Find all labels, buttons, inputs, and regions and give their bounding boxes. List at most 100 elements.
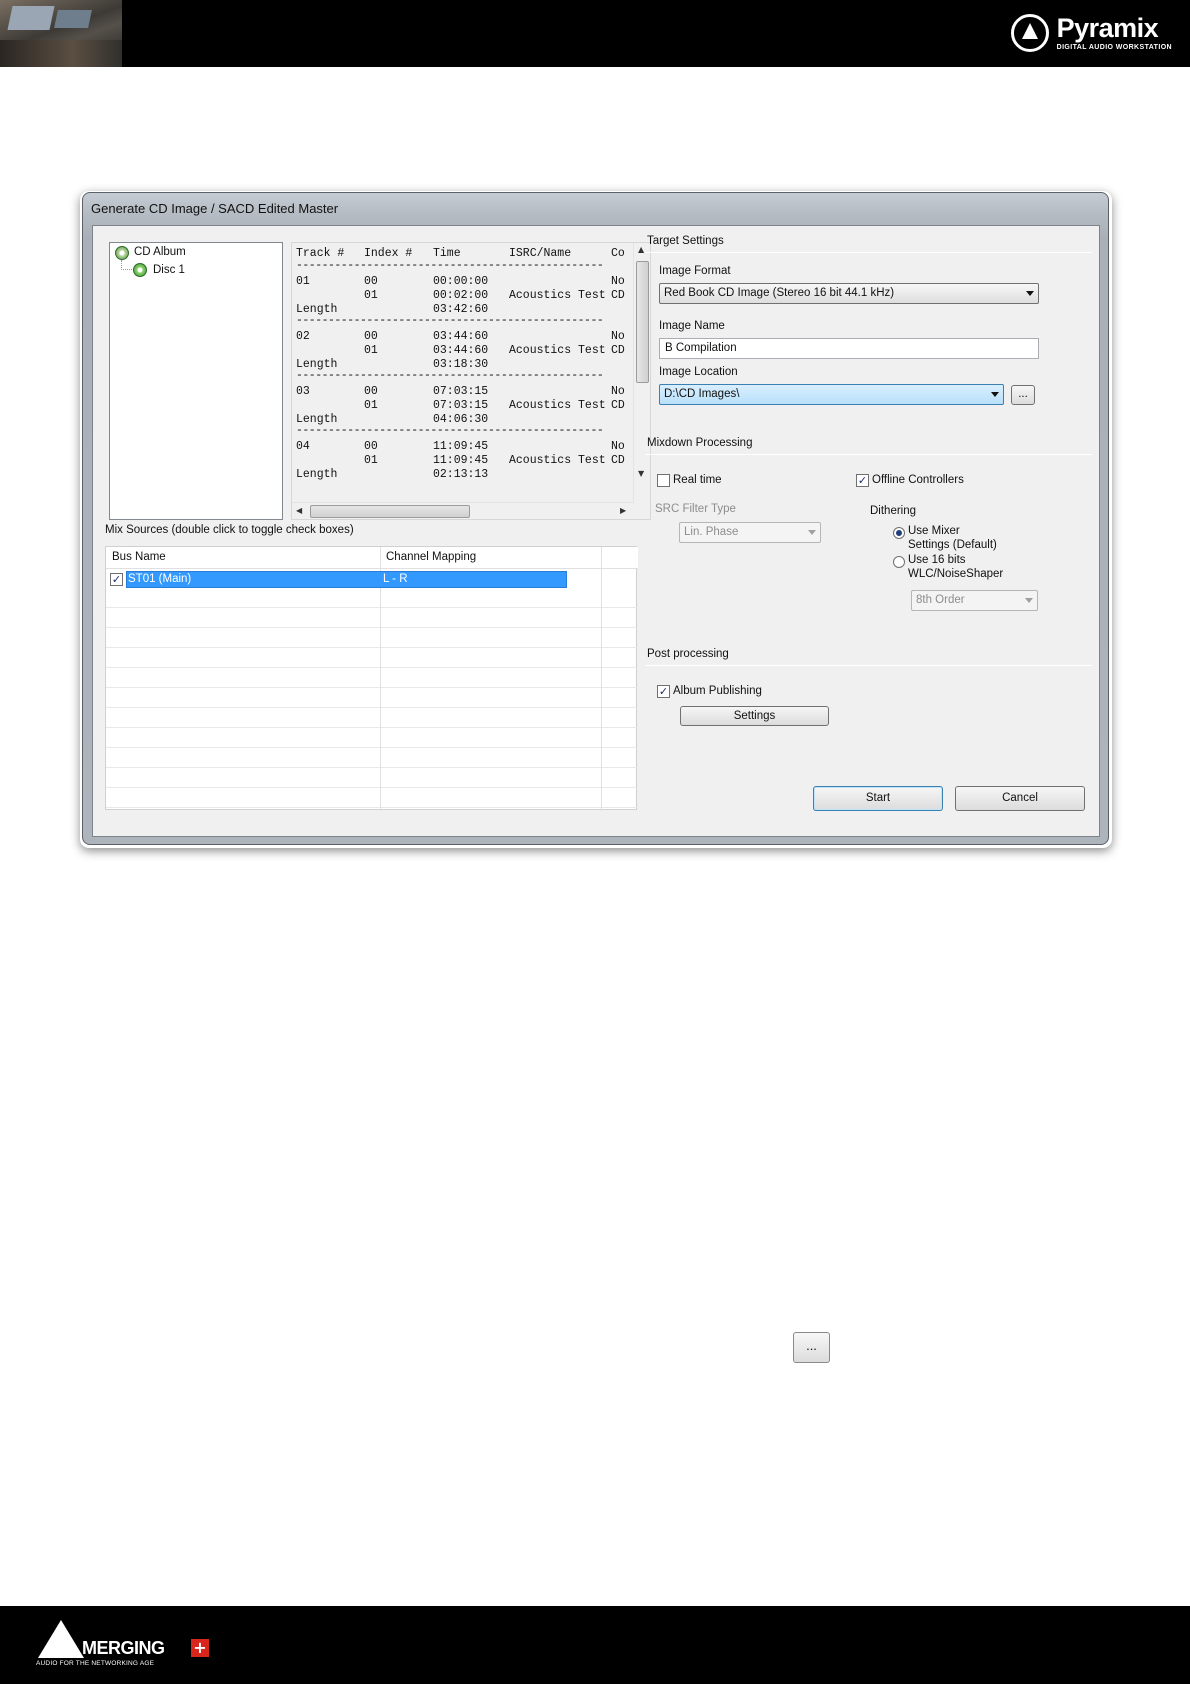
grid-row-line: [106, 689, 638, 708]
index-co: CD: [611, 454, 625, 467]
horizontal-scroll-thumb[interactable]: [310, 505, 470, 518]
image-name-value: B Compilation: [665, 342, 737, 354]
merging-logo-name: MERGING: [82, 1638, 165, 1658]
pyramix-logo: Pyramix DIGITAL AUDIO WORKSTATION: [1010, 11, 1172, 55]
grid-row-line: [106, 629, 638, 648]
manual-page: Pyramix DIGITAL AUDIO WORKSTATION Genera…: [0, 0, 1190, 1684]
index-time: 03:44:60: [433, 330, 489, 343]
dialog-client-area: CD Album Disc 1 Track # Index # Time ISR…: [92, 225, 1100, 837]
mix-sources-label: Mix Sources (double click to toggle chec…: [105, 524, 354, 536]
index-name: Acoustics Test: [509, 399, 606, 412]
grid-header: Bus Name Channel Mapping: [106, 547, 638, 569]
scroll-right-icon[interactable]: ▶: [620, 506, 626, 515]
dithering-label: Dithering: [870, 505, 917, 517]
separator: ----------------------------------------…: [296, 369, 604, 382]
track-list-vertical-scrollbar[interactable]: ▲ ▼: [633, 243, 650, 503]
cd-album-icon: [115, 246, 129, 260]
column-separator: [601, 547, 602, 811]
track-number: 03: [296, 385, 310, 398]
grid-row-line: [106, 669, 638, 688]
dropdown-arrow-icon: [808, 530, 816, 535]
scroll-down-icon[interactable]: ▼: [638, 469, 644, 478]
src-filter-type-select[interactable]: Lin. Phase: [679, 522, 821, 543]
dither-use-mixer-radio[interactable]: [893, 527, 905, 539]
post-processing-group-label: Post processing: [647, 648, 729, 660]
studio-photo: [0, 0, 122, 67]
dither-use-16bit-label-line2: WLC/NoiseShaper: [908, 568, 1004, 580]
vertical-scroll-thumb[interactable]: [636, 261, 649, 383]
column-bus-name[interactable]: Bus Name: [112, 551, 166, 563]
noise-shaper-order-select[interactable]: 8th Order: [911, 590, 1038, 611]
index-co: No: [611, 440, 625, 453]
merging-logo: MERGING + AUDIO FOR THE NETWORKING AGE: [34, 1618, 214, 1676]
grid-row-line: [106, 589, 638, 608]
index-time: 00:00:00: [433, 275, 489, 288]
mix-source-checkbox[interactable]: ✓: [110, 573, 123, 586]
tree-connector: [121, 260, 132, 270]
noise-shaper-order-value: 8th Order: [916, 594, 965, 606]
track-list-horizontal-scrollbar[interactable]: ◀ ▶: [292, 502, 634, 519]
dropdown-arrow-icon: [1026, 291, 1034, 296]
page-header: Pyramix DIGITAL AUDIO WORKSTATION: [0, 0, 1190, 67]
real-time-checkbox[interactable]: [657, 474, 670, 487]
index-number: 00: [364, 275, 378, 288]
separator: ----------------------------------------…: [296, 259, 604, 272]
separator: ----------------------------------------…: [296, 424, 604, 437]
real-time-label: Real time: [673, 474, 722, 486]
album-publishing-checkbox[interactable]: ✓: [657, 685, 670, 698]
image-format-select[interactable]: Red Book CD Image (Stereo 16 bit 44.1 kH…: [659, 283, 1039, 304]
grid-row-line: [106, 709, 638, 728]
browse-location-button[interactable]: ...: [1011, 385, 1035, 405]
merging-logo-icon: [38, 1620, 84, 1658]
tree-item-disc-1[interactable]: Disc 1: [153, 264, 185, 276]
track-number: 01: [296, 275, 310, 288]
image-format-value: Red Book CD Image (Stereo 16 bit 44.1 kH…: [664, 287, 895, 299]
index-time: 07:03:15: [433, 399, 489, 412]
index-co: No: [611, 330, 625, 343]
dither-use-16bit-radio[interactable]: [893, 556, 905, 568]
grid-row-line: [106, 729, 638, 748]
index-number: 00: [364, 440, 378, 453]
pyramix-logo-tagline: DIGITAL AUDIO WORKSTATION: [1056, 44, 1172, 51]
image-location-value: D:\CD Images\: [664, 388, 740, 400]
bus-name-cell: ST01 (Main): [128, 573, 192, 585]
track-number: 02: [296, 330, 310, 343]
index-name: Acoustics Test: [509, 344, 606, 357]
index-co: No: [611, 275, 625, 288]
plus-icon: +: [191, 1639, 209, 1657]
album-publishing-settings-button[interactable]: Settings: [680, 706, 829, 726]
scroll-up-icon[interactable]: ▲: [638, 245, 644, 254]
mix-sources-grid[interactable]: Bus Name Channel Mapping ✓ ST01 (Main) L…: [105, 546, 638, 811]
pyramix-logo-icon: [1010, 14, 1049, 52]
index-co: CD: [611, 399, 625, 412]
merging-logo-tagline: AUDIO FOR THE NETWORKING AGE: [36, 1660, 155, 1667]
index-name: Acoustics Test: [509, 289, 606, 302]
image-name-field[interactable]: B Compilation: [659, 338, 1039, 359]
target-settings-group-label: Target Settings: [647, 235, 724, 247]
dropdown-arrow-icon: [1025, 598, 1033, 603]
index-name: Acoustics Test: [509, 454, 606, 467]
image-location-select[interactable]: D:\CD Images\: [659, 384, 1004, 405]
scroll-left-icon[interactable]: ◀: [296, 506, 302, 515]
inline-browse-button: ...: [793, 1332, 830, 1363]
track-listing[interactable]: Track # Index # Time ISRC/Name Co ------…: [291, 242, 651, 520]
offline-controllers-checkbox[interactable]: ✓: [856, 474, 869, 487]
column-channel-mapping[interactable]: Channel Mapping: [386, 551, 476, 563]
disc-icon: [133, 263, 147, 277]
album-tree[interactable]: CD Album Disc 1: [109, 242, 283, 520]
group-divider: [645, 665, 1092, 666]
length-value: 02:13:13: [433, 468, 489, 481]
table-row[interactable]: ST01 (Main) L - R: [126, 571, 567, 588]
dither-use-mixer-label-line2: Settings (Default): [908, 539, 997, 551]
start-button[interactable]: Start: [813, 786, 943, 811]
tree-item-cd-album[interactable]: CD Album: [134, 246, 186, 258]
cancel-button[interactable]: Cancel: [955, 786, 1085, 811]
dither-use-16bit-label-line1: Use 16 bits: [908, 554, 966, 566]
index-time: 11:09:45: [433, 440, 489, 453]
index-time: 07:03:15: [433, 385, 489, 398]
index-co: CD: [611, 289, 625, 302]
pyramix-logo-name: Pyramix: [1056, 13, 1159, 43]
image-format-label: Image Format: [659, 265, 731, 277]
index-number: 01: [364, 454, 378, 467]
index-time: 00:02:00: [433, 289, 489, 302]
